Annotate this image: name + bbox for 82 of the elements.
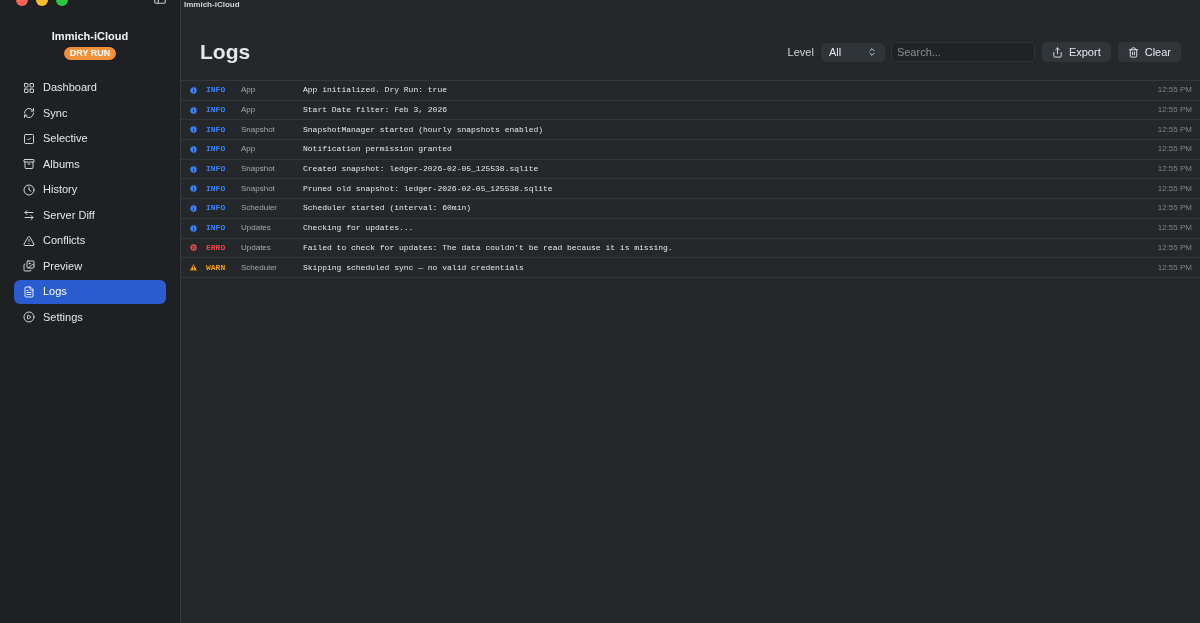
log-source: App: [241, 104, 257, 117]
image-icon: [23, 260, 35, 272]
log-source: Scheduler: [241, 261, 279, 274]
sidebar-item[interactable]: History: [14, 177, 166, 202]
log-time: 12:55 PM: [1157, 143, 1192, 156]
log-message: App initialized. Dry Run: true: [303, 84, 449, 97]
log-source: Snapshot: [241, 123, 276, 136]
sidebar-item[interactable]: Selective: [14, 126, 166, 151]
log-level: INFO: [206, 222, 227, 235]
log-level: INFO: [206, 163, 227, 176]
box-icon: [23, 158, 35, 170]
log-message: Pruned old snapshot: ledger-2026-02-05_125538.sqlite: [303, 182, 554, 195]
sidebar-item[interactable]: Logs: [14, 279, 166, 304]
log-source: Updates: [241, 222, 272, 235]
log-level: INFO: [206, 104, 227, 117]
log-message: Failed to check for updates: The data couldn’t be read because it is missing.: [303, 241, 674, 254]
log-level: ERRO: [206, 241, 227, 254]
log-time: 12:55 PM: [1157, 104, 1192, 117]
trash-icon: [1127, 46, 1139, 58]
log-time: 12:55 PM: [1157, 202, 1192, 215]
clear-button[interactable]: Clear: [1117, 42, 1181, 62]
log-message: Notification permission granted: [303, 143, 453, 156]
info-icon: [189, 105, 198, 115]
log-message: Checking for updates...: [303, 222, 415, 235]
search-field[interactable]: Search...: [890, 42, 1035, 62]
share-icon: [1051, 46, 1063, 58]
sidebar-item[interactable]: Dashboard: [14, 75, 166, 100]
info-icon: [189, 164, 198, 174]
log-time: 12:55 PM: [1157, 222, 1192, 235]
log-time: 12:55 PM: [1157, 84, 1192, 97]
sidebar-item[interactable]: Preview: [14, 254, 166, 278]
level-dropdown[interactable]: All: [820, 42, 885, 62]
grid-icon: [23, 81, 35, 94]
log-level: WARN: [206, 261, 227, 274]
info-icon: [189, 223, 198, 233]
log-source: Scheduler: [241, 202, 279, 215]
error-icon: [189, 243, 198, 253]
clock-icon: [23, 183, 35, 196]
export-button[interactable]: Export: [1041, 42, 1111, 62]
info-icon: [189, 85, 198, 95]
settings-icon: [23, 311, 35, 323]
log-level: INFO: [206, 182, 227, 195]
log-time: 12:55 PM: [1157, 123, 1192, 136]
document-icon: [23, 285, 35, 298]
info-icon: [189, 203, 198, 213]
log-message: SnapshotManager started (hourly snapshots enabled): [303, 123, 545, 136]
log-time: 12:55 PM: [1157, 261, 1192, 274]
sidebar-item[interactable]: Settings: [14, 305, 166, 329]
log-level: INFO: [206, 123, 227, 136]
sync-icon: [23, 107, 35, 119]
info-icon: [189, 144, 198, 154]
log-source: Snapshot: [241, 182, 276, 195]
sidebar-item[interactable]: Conflicts: [14, 228, 166, 253]
sidebar-item[interactable]: Albums: [14, 152, 166, 176]
log-message: Start Date filter: Feb 3, 2026: [303, 104, 449, 117]
log-source: Updates: [241, 241, 272, 254]
log-source: App: [241, 84, 257, 97]
log-message: Skipping scheduled sync — no valid credentials: [303, 261, 525, 274]
sidebar-item[interactable]: Sync: [14, 101, 166, 125]
level-label: Level: [787, 44, 814, 60]
log-source: Snapshot: [241, 163, 276, 176]
app-name: Immich-iCloud: [51, 29, 129, 44]
warning-icon: [23, 234, 35, 247]
info-icon: [189, 125, 198, 135]
window-title: Immich-iCloud: [184, 0, 240, 10]
log-time: 12:55 PM: [1157, 163, 1192, 176]
info-icon: [189, 184, 198, 194]
log-level: INFO: [206, 143, 227, 156]
dry-run-badge: DRY RUN: [63, 46, 117, 60]
page-title: Logs: [200, 39, 251, 66]
log-level: INFO: [206, 84, 227, 97]
log-source: App: [241, 143, 257, 156]
warning-icon: [189, 263, 198, 273]
checkbox-icon: [23, 132, 35, 145]
log-message: Created snapshot: ledger-2026-02-05_125538.sqlite: [303, 163, 540, 176]
arrows-icon: [23, 209, 35, 221]
log-time: 12:55 PM: [1157, 182, 1192, 195]
log-level: INFO: [206, 202, 227, 215]
sidebar-item[interactable]: Server Diff: [14, 203, 166, 227]
log-time: 12:55 PM: [1157, 241, 1192, 254]
log-message: Scheduler started (interval: 60min): [303, 202, 473, 215]
chevron-icon: [866, 47, 877, 57]
